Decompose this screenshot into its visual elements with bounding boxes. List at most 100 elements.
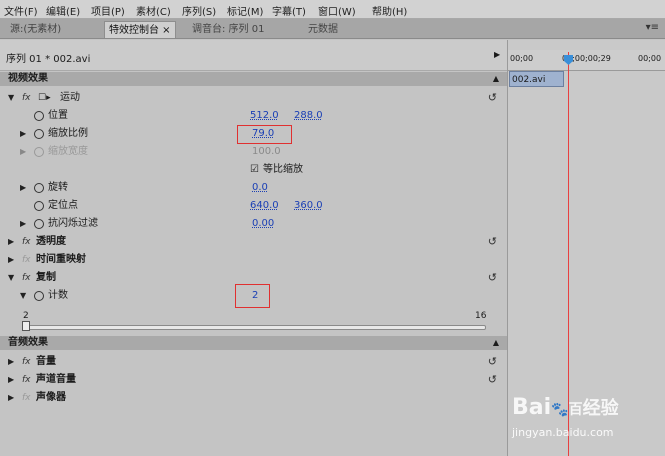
effect-row-time-remap[interactable]: ▶ fx 时间重映射: [0, 251, 507, 269]
tab-source[interactable]: 源:(无素材): [6, 21, 65, 38]
menu-clip[interactable]: 素材(C): [136, 3, 171, 18]
replicate-label: 复制: [36, 272, 56, 283]
expand-right-icon[interactable]: ▶: [20, 179, 26, 197]
video-effects-title: 视频效果: [8, 73, 48, 84]
count-label: 计数: [48, 290, 68, 301]
stopwatch-icon[interactable]: [34, 129, 44, 139]
menu-project[interactable]: 项目(P): [91, 3, 125, 18]
effect-row-panner[interactable]: ▶ fx 声像器: [0, 389, 507, 407]
fx-icon[interactable]: fx: [22, 371, 31, 389]
stopwatch-icon[interactable]: [34, 183, 44, 193]
sequence-header: 序列 01 * 002.avi ▶: [0, 40, 507, 71]
paw-icon: 🐾: [551, 402, 569, 418]
property-rotation: ▶ 旋转 0.0: [0, 179, 507, 197]
time-remap-label: 时间重映射: [36, 254, 86, 265]
fx-icon[interactable]: fx: [22, 269, 31, 287]
menu-file[interactable]: 文件(F): [4, 3, 38, 18]
position-x-value[interactable]: 512.0: [250, 107, 279, 125]
menu-window[interactable]: 窗口(W): [318, 3, 356, 18]
expand-right-icon[interactable]: ▶: [8, 389, 14, 407]
sequence-title: 序列 01 * 002.avi: [6, 54, 91, 65]
motion-label: 运动: [60, 92, 80, 103]
audio-effects-header[interactable]: 音频效果 ▲: [0, 336, 507, 350]
highlight-box: [237, 125, 292, 144]
volume-label: 音量: [36, 356, 56, 367]
stopwatch-icon[interactable]: [34, 201, 44, 211]
property-position: 位置 512.0 288.0: [0, 107, 507, 125]
menu-help[interactable]: 帮助(H): [372, 3, 407, 18]
menu-sequence[interactable]: 序列(S): [182, 3, 216, 18]
position-y-value[interactable]: 288.0: [294, 107, 323, 125]
collapse-up-icon[interactable]: ▲: [493, 336, 499, 350]
effect-row-channel-volume[interactable]: ▶ fx 声道音量 ↺: [0, 371, 507, 389]
expand-right-icon[interactable]: ▶: [20, 125, 26, 143]
stopwatch-icon[interactable]: [34, 111, 44, 121]
menu-bar: 文件(F) 编辑(E) 项目(P) 素材(C) 序列(S) 标记(M) 字幕(T…: [0, 0, 665, 19]
panner-label: 声像器: [36, 392, 66, 403]
tab-metadata[interactable]: 元数据: [304, 21, 342, 38]
slider-max-label: 16: [475, 311, 487, 321]
reset-icon[interactable]: ↺: [488, 89, 497, 107]
fx-icon: fx: [22, 393, 31, 403]
menu-marker[interactable]: 标记(M): [227, 3, 263, 18]
scale-label: 缩放比例: [48, 128, 88, 139]
fx-icon[interactable]: fx: [22, 89, 31, 107]
timeline-ruler[interactable]: 00;00 00;00;00;29 00;00: [508, 50, 665, 71]
menu-edit[interactable]: 编辑(E): [46, 3, 80, 18]
motion-icon: ☐▸: [38, 93, 51, 103]
slider-min-label: 2: [23, 311, 29, 321]
menu-title[interactable]: 字幕(T): [272, 3, 306, 18]
collapse-up-icon[interactable]: ▲: [493, 72, 499, 86]
expand-right-icon: ▶: [20, 147, 27, 156]
count-slider[interactable]: [24, 325, 486, 330]
effect-row-motion[interactable]: ▼ fx ☐▸ 运动 ↺: [0, 89, 507, 107]
tab-effect-controls[interactable]: 特效控制台 ×: [104, 21, 176, 38]
opacity-label: 透明度: [36, 236, 66, 247]
watermark-brand-du: 百: [568, 402, 583, 418]
watermark-logo: Bai🐾百经验: [512, 394, 619, 420]
property-anchor: 定位点 640.0 360.0: [0, 197, 507, 215]
reset-icon[interactable]: ↺: [488, 371, 497, 389]
fx-icon[interactable]: fx: [22, 233, 31, 251]
scale-width-value: 100.0: [252, 146, 281, 157]
property-anti-flicker: ▶ 抗闪烁过滤 0.00: [0, 215, 507, 233]
fx-icon[interactable]: fx: [22, 353, 31, 371]
effect-row-opacity[interactable]: ▶ fx 透明度 ↺: [0, 233, 507, 251]
timeline-clip[interactable]: 002.avi: [509, 71, 564, 87]
ruler-time-start: 00;00: [510, 54, 534, 63]
stopwatch-icon[interactable]: [34, 291, 44, 301]
anti-flicker-label: 抗闪烁过滤: [48, 218, 98, 229]
stopwatch-icon[interactable]: [34, 219, 44, 229]
expand-right-icon[interactable]: ▶: [20, 215, 26, 233]
expand-right-icon[interactable]: ▶: [8, 371, 14, 389]
anchor-x-value[interactable]: 640.0: [250, 197, 279, 215]
expand-right-icon[interactable]: ▶: [8, 233, 14, 251]
ruler-time-end: 00;00: [638, 54, 662, 63]
anchor-label: 定位点: [48, 200, 78, 211]
slider-thumb[interactable]: [22, 321, 30, 331]
uniform-scale-checkbox[interactable]: ☑: [250, 161, 259, 179]
expand-right-icon[interactable]: ▶: [8, 353, 14, 371]
expand-down-icon[interactable]: ▼: [20, 287, 26, 305]
reset-icon[interactable]: ↺: [488, 353, 497, 371]
highlight-box: [235, 284, 270, 308]
reset-icon[interactable]: ↺: [488, 269, 497, 287]
video-effects-header[interactable]: 视频效果 ▲: [0, 72, 507, 86]
watermark-url: jingyan.baidu.com: [512, 426, 614, 439]
property-scale-width: ▶ 缩放宽度 100.0: [0, 143, 507, 161]
expand-down-icon[interactable]: ▼: [8, 89, 14, 107]
expand-right-icon[interactable]: ▶: [8, 251, 14, 269]
property-uniform-scale: ☑ 等比缩放: [0, 161, 507, 179]
anti-flicker-value[interactable]: 0.00: [252, 215, 274, 233]
effect-row-volume[interactable]: ▶ fx 音量 ↺: [0, 353, 507, 371]
tab-audio-mixer[interactable]: 调音台: 序列 01: [188, 21, 268, 38]
stopwatch-icon: [34, 147, 44, 157]
play-triangle-icon[interactable]: ▶: [494, 50, 500, 59]
panel-menu-icon[interactable]: ▾≡: [646, 22, 659, 33]
anchor-y-value[interactable]: 360.0: [294, 197, 323, 215]
watermark-suffix: 经验: [582, 398, 619, 419]
fx-icon: fx: [22, 255, 31, 265]
expand-down-icon[interactable]: ▼: [8, 269, 14, 287]
reset-icon[interactable]: ↺: [488, 233, 497, 251]
rotation-value[interactable]: 0.0: [252, 179, 268, 197]
